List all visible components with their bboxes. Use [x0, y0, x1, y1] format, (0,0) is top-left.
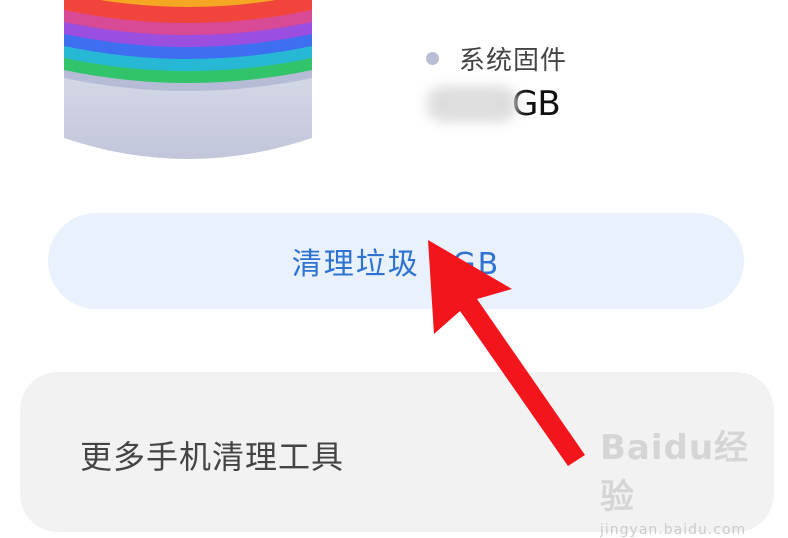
watermark-url: jingyan.baidu.com [600, 522, 747, 538]
legend-value: GB [426, 82, 561, 126]
storage-usage-graphic [64, 0, 312, 159]
blurred-value-mask [426, 86, 518, 122]
legend-label: 系统固件 [459, 46, 568, 76]
baidu-watermark: Baidu经验 jingyan.baidu.com [600, 420, 780, 538]
legend-value-suffix: GB [512, 84, 561, 124]
legend-item-system-firmware: 系统固件 [426, 40, 567, 77]
clean-junk-button[interactable]: 清理垃圾 1GB [48, 213, 744, 309]
legend-dot-icon [426, 52, 439, 65]
storage-legend: 系统固件 [426, 40, 567, 77]
more-tools-label: 更多手机清理工具 [80, 438, 345, 476]
watermark-logo: Baidu经验 [600, 428, 750, 517]
clean-junk-label: 清理垃圾 1GB [291, 247, 501, 282]
